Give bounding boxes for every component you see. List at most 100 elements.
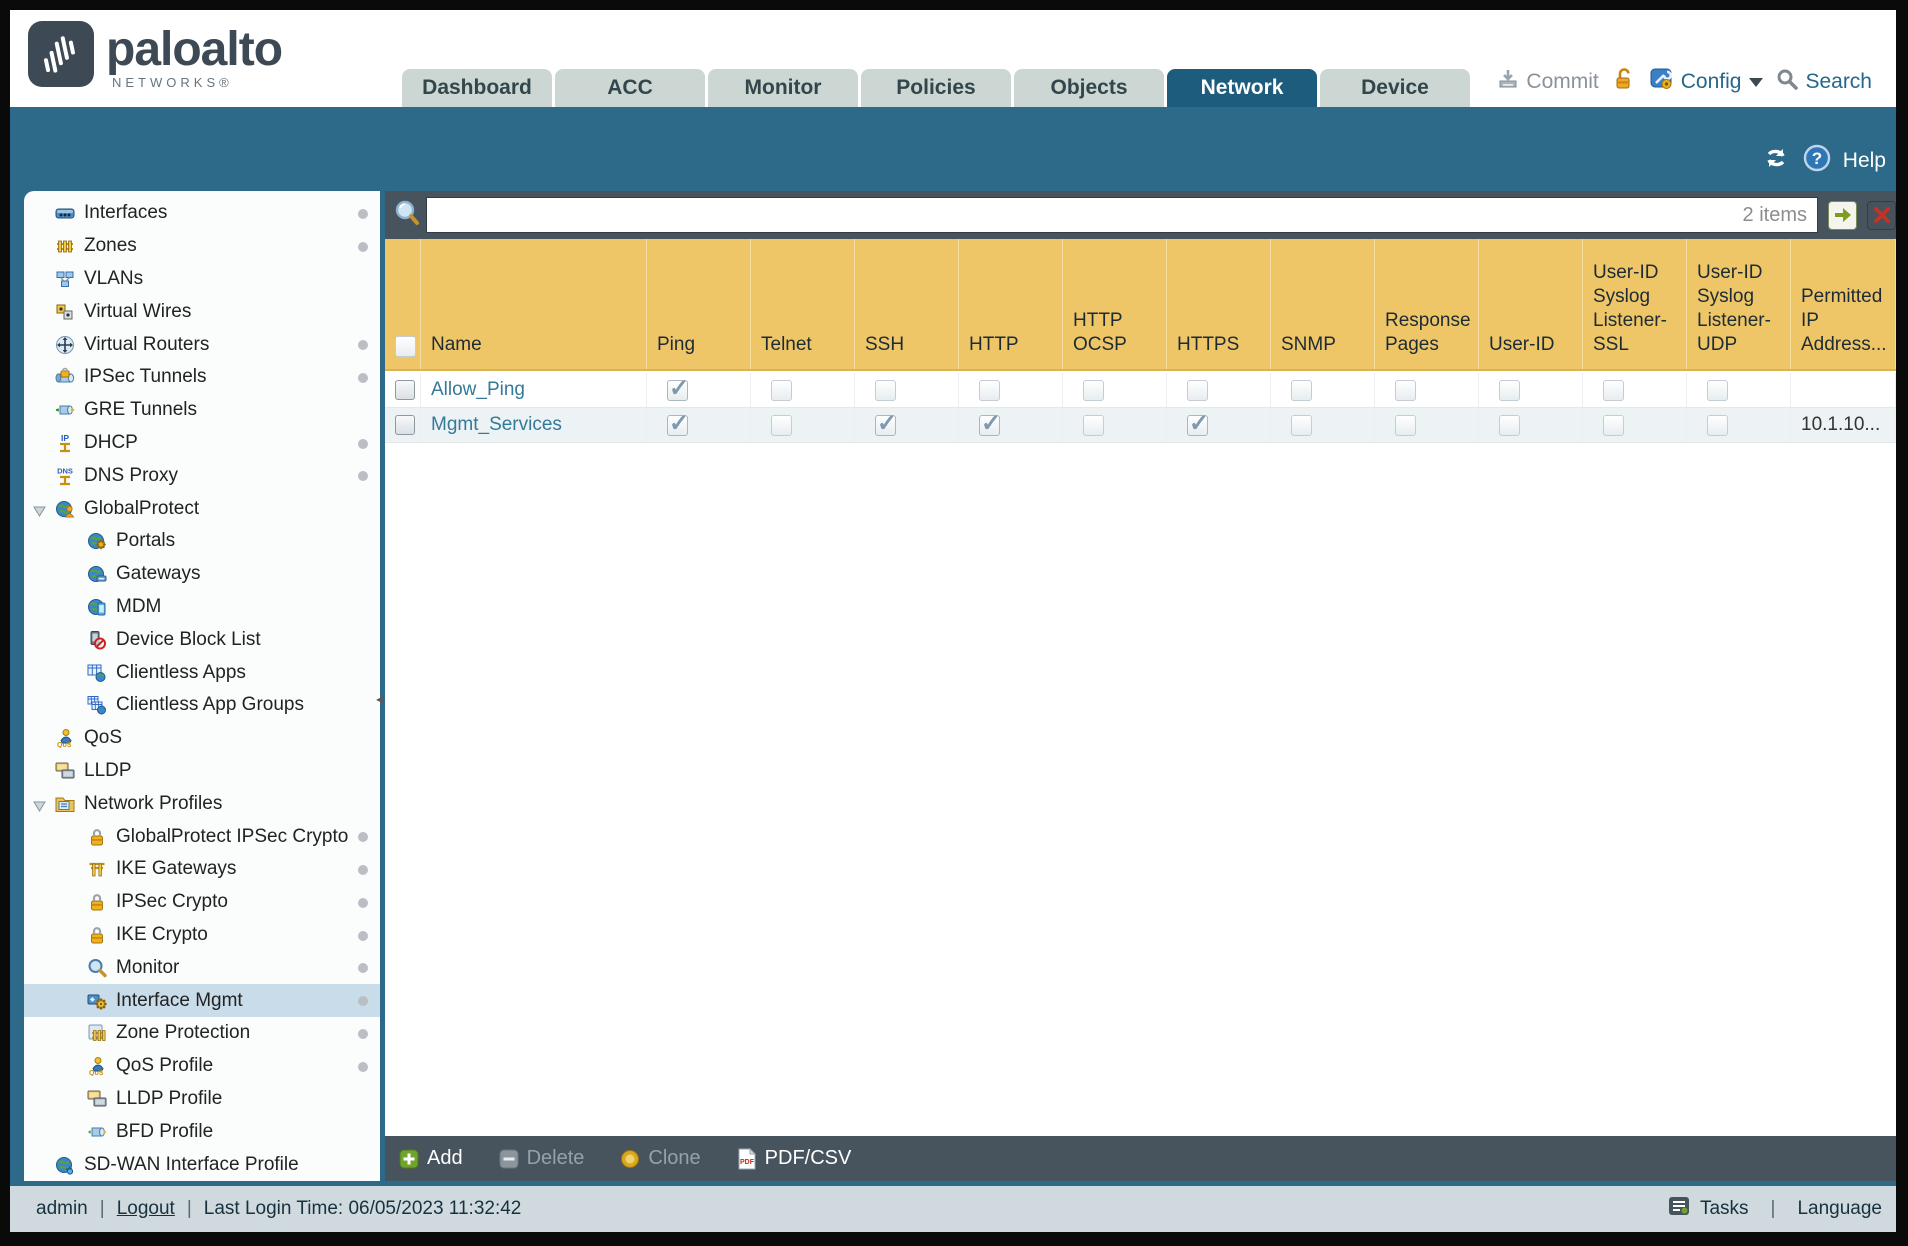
tab-objects[interactable]: Objects [1014, 69, 1164, 107]
column-header-response-pages[interactable]: Response Pages [1375, 239, 1479, 369]
profile-name-link[interactable]: Allow_Ping [431, 379, 525, 401]
commit-button[interactable]: Commit [1496, 67, 1599, 97]
qos-icon: QoS [54, 728, 76, 748]
column-header-snmp[interactable]: SNMP [1271, 239, 1375, 369]
sidebar-item-qos-profile[interactable]: QoS QoS Profile [24, 1050, 380, 1083]
sidebar-item-ipsec-crypto[interactable]: IPSec Crypto [24, 886, 380, 919]
toolbar-button-label: Add [427, 1147, 463, 1169]
column-header-http-ocsp[interactable]: HTTP OCSP [1063, 239, 1167, 369]
row-select-cell[interactable] [385, 408, 421, 442]
sidebar-item-interfaces[interactable]: Interfaces [24, 197, 380, 230]
table-row: Allow_Ping [385, 373, 1896, 408]
sidebar-item-ipsec-tunnels[interactable]: IPSec Tunnels [24, 361, 380, 394]
sidebar-item-label: LLDP Profile [116, 1087, 223, 1109]
column-header-telnet[interactable]: Telnet [751, 239, 855, 369]
row-checkbox[interactable] [395, 415, 415, 435]
search-icon [1775, 67, 1799, 97]
row-checkbox[interactable] [395, 380, 415, 400]
sidebar-item-ike-gateways[interactable]: IKE Gateways [24, 853, 380, 886]
tab-network[interactable]: Network [1167, 69, 1317, 107]
apply-filter-button[interactable] [1828, 200, 1857, 230]
sidebar-item-mdm[interactable]: MDM [24, 591, 380, 624]
pdf-csv-button[interactable]: PDF PDF/CSV [737, 1147, 851, 1170]
vlans-icon [54, 269, 76, 289]
tree-collapse-icon[interactable] [33, 502, 46, 524]
tab-acc[interactable]: ACC [555, 69, 705, 107]
help-icon[interactable]: ? [1803, 144, 1831, 178]
tab-dashboard[interactable]: Dashboard [402, 69, 552, 107]
column-header-ping[interactable]: Ping [647, 239, 751, 369]
add-button[interactable]: Add [399, 1147, 463, 1170]
logout-link[interactable]: Logout [117, 1198, 175, 1220]
clear-filter-button[interactable] [1867, 200, 1896, 230]
sidebar-item-dhcp[interactable]: IP DHCP [24, 427, 380, 460]
service-check-cell [647, 408, 751, 442]
profile-name-link[interactable]: Mgmt_Services [431, 414, 562, 436]
sidebar-item-ike-crypto[interactable]: IKE Crypto [24, 919, 380, 952]
sidebar-item-dns-proxy[interactable]: DNS DNS Proxy [24, 459, 380, 492]
sidebar-item-label: Network Profiles [84, 792, 223, 814]
sidebar-item-bfd-profile[interactable]: BFD Profile [24, 1115, 380, 1148]
column-header-user-id[interactable]: User-ID [1479, 239, 1583, 369]
column-header-ssh[interactable]: SSH [855, 239, 959, 369]
column-header-http[interactable]: HTTP [959, 239, 1063, 369]
tasks-link[interactable]: Tasks [1700, 1198, 1749, 1220]
sidebar-item-vlans[interactable]: VLANs [24, 263, 380, 296]
sidebar-item-virtual-routers[interactable]: Virtual Routers [24, 328, 380, 361]
column-header-label: Ping [657, 334, 696, 355]
commit-icon [1496, 67, 1520, 97]
sidebar-item-globalprotect-ipsec-crypto[interactable]: GlobalProtect IPSec Crypto [24, 820, 380, 853]
row-select-cell[interactable] [385, 373, 421, 407]
sidebar-item-gre-tunnels[interactable]: GRE Tunnels [24, 394, 380, 427]
config-menu-button[interactable]: Config [1649, 66, 1764, 98]
table-toolbar: Add Delete Clone PDF PDF/CSV [385, 1136, 1896, 1181]
checked-icon [875, 409, 897, 438]
virtual-wires-icon [54, 302, 76, 322]
tab-device[interactable]: Device [1320, 69, 1470, 107]
column-header-select[interactable] [385, 239, 421, 369]
language-link[interactable]: Language [1797, 1198, 1882, 1220]
unchecked-box [1083, 379, 1104, 401]
sidebar-item-lldp[interactable]: LLDP [24, 755, 380, 788]
sidebar-item-qos[interactable]: QoS QoS [24, 722, 380, 755]
sidebar-item-device-block-list[interactable]: Device Block List [24, 623, 380, 656]
column-header-user-id-syslog-listener-udp[interactable]: User-ID Syslog Listener-UDP [1687, 239, 1791, 369]
sidebar-item-zones[interactable]: Zones [24, 230, 380, 263]
item-dot [358, 241, 368, 252]
unlock-icon[interactable] [1611, 66, 1637, 98]
sidebar-item-gateways[interactable]: Gateways [24, 558, 380, 591]
sidebar-item-label: IPSec Tunnels [84, 366, 207, 388]
sidebar-item-portals[interactable]: Portals [24, 525, 380, 558]
sidebar-item-monitor[interactable]: Monitor [24, 951, 380, 984]
device-block-list-icon [86, 630, 108, 650]
sidebar-item-label: Zone Protection [116, 1022, 251, 1044]
tab-monitor[interactable]: Monitor [708, 69, 858, 107]
select-all-checkbox[interactable] [395, 336, 416, 357]
filter-input[interactable] [437, 203, 1735, 227]
ipsec-tunnels-icon [54, 367, 76, 387]
column-header-permitted-ip-address-[interactable]: Permitted IP Address... [1791, 239, 1896, 369]
sidebar-item-sd-wan-interface-profile[interactable]: SD-WAN Interface Profile [24, 1148, 380, 1181]
delete-button: Delete [499, 1147, 584, 1170]
item-dot [358, 372, 368, 383]
sidebar-item-lldp-profile[interactable]: LLDP Profile [24, 1083, 380, 1116]
column-header-name[interactable]: Name [421, 239, 647, 369]
global-search-button[interactable]: Search [1775, 67, 1872, 97]
collapse-sidebar-handle[interactable]: ◂ [376, 692, 384, 708]
column-header-https[interactable]: HTTPS [1167, 239, 1271, 369]
tree-collapse-icon[interactable] [33, 797, 46, 819]
sidebar-item-interface-mgmt[interactable]: Interface Mgmt [24, 984, 380, 1017]
sidebar-item-label: Device Block List [116, 628, 261, 650]
sidebar-item-clientless-apps[interactable]: Clientless Apps [24, 656, 380, 689]
help-label[interactable]: Help [1843, 149, 1886, 173]
item-dot [358, 1061, 368, 1072]
sidebar-item-virtual-wires[interactable]: Virtual Wires [24, 295, 380, 328]
sidebar-item-globalprotect[interactable]: GlobalProtect [24, 492, 380, 525]
sidebar-item-zone-protection[interactable]: Zone Protection [24, 1017, 380, 1050]
sidebar-item-clientless-app-groups[interactable]: Clientless App Groups [24, 689, 380, 722]
refresh-icon[interactable] [1761, 145, 1791, 177]
tab-policies[interactable]: Policies [861, 69, 1011, 107]
column-header-user-id-syslog-listener-ssl[interactable]: User-ID Syslog Listener-SSL [1583, 239, 1687, 369]
sidebar-item-network-profiles[interactable]: Network Profiles [24, 787, 380, 820]
qos-icon: QoS [86, 1056, 108, 1076]
